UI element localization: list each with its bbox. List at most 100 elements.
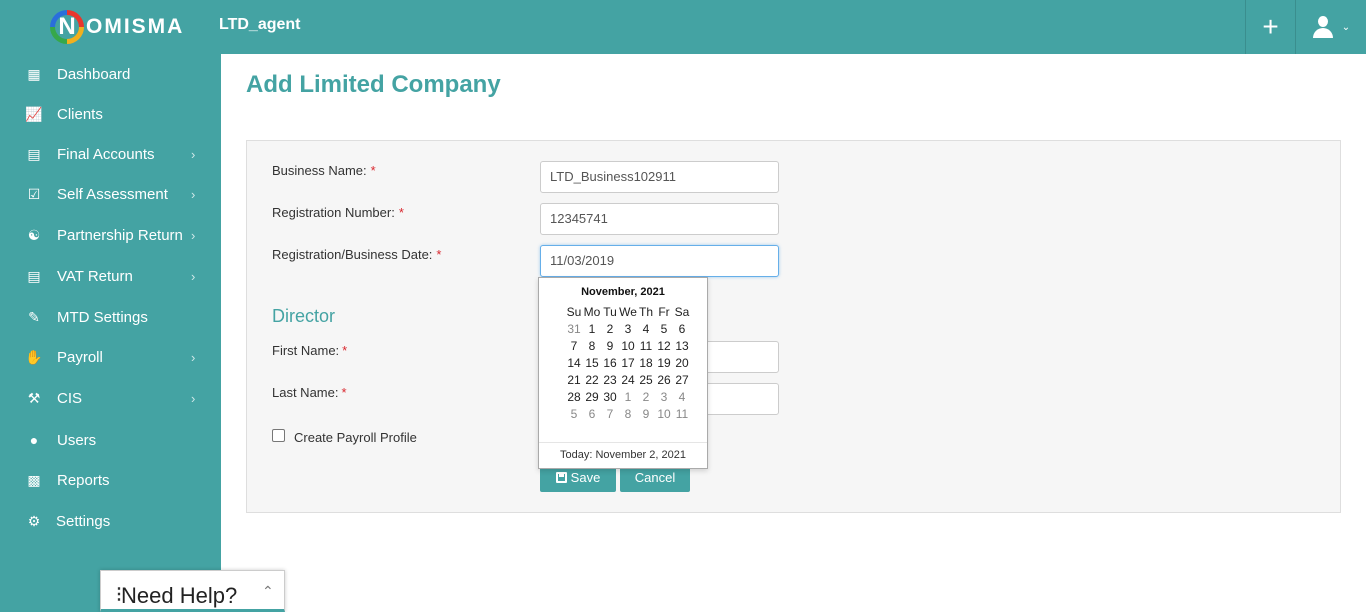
calendar-day[interactable]: 21 — [565, 372, 583, 389]
date-picker-title[interactable]: November, 2021 — [539, 286, 707, 298]
need-help-label: Need Help? — [121, 583, 238, 608]
clipboard-icon: ▩ — [27, 471, 41, 488]
add-button[interactable]: + — [1245, 0, 1295, 54]
calendar-day[interactable]: 11 — [673, 406, 691, 423]
ledger-icon: ✎ — [28, 308, 40, 325]
calendar-day[interactable]: 15 — [583, 355, 601, 372]
calendar-day[interactable]: 24 — [619, 372, 637, 389]
director-heading: Director — [272, 306, 336, 326]
create-payroll-label: Create Payroll Profile — [294, 430, 417, 445]
calendar-day[interactable]: 13 — [673, 338, 691, 355]
sidebar-item-clients[interactable]: 📈 Clients — [0, 99, 221, 129]
business-name-label: Business Name: * — [272, 163, 376, 178]
plus-icon: + — [1262, 11, 1279, 42]
calendar-day[interactable]: 29 — [583, 389, 601, 406]
dashboard-icon: ▦ — [27, 65, 41, 82]
sidebar-item-label: Reports — [57, 471, 110, 489]
sidebar-item-self-assessment[interactable]: ☑ Self Assessment › — [0, 179, 221, 209]
calendar-day[interactable]: 8 — [619, 406, 637, 423]
calendar-day[interactable]: 19 — [655, 355, 673, 372]
calendar-day[interactable]: 7 — [565, 338, 583, 355]
page-title: Add Limited Company — [246, 71, 501, 98]
weekday-label: Tu — [603, 305, 617, 319]
calendar-day[interactable]: 11 — [637, 338, 655, 355]
calendar-day[interactable]: 6 — [673, 321, 691, 338]
calendar-day[interactable]: 26 — [655, 372, 673, 389]
business-name-input[interactable]: LTD_Business102911 — [540, 161, 779, 193]
calendar-day[interactable]: 28 — [565, 389, 583, 406]
sidebar-item-label: Settings — [56, 512, 111, 530]
required-marker: * — [398, 205, 404, 220]
logo-mark-icon: N — [50, 10, 84, 44]
sidebar: ▦ Dashboard 📈 Clients ▤ Final Accounts ›… — [0, 54, 221, 612]
calendar-week-row: 5 6 7 8 9 10 11 — [565, 406, 693, 423]
handshake-icon: ☯ — [27, 226, 41, 243]
calendar-day[interactable]: 4 — [637, 321, 655, 338]
calendar-day[interactable]: 20 — [673, 355, 691, 372]
calendar-week-row: 7 8 9 10 11 12 13 — [565, 338, 693, 355]
calendar-day[interactable]: 27 — [673, 372, 691, 389]
sidebar-item-mtd-settings[interactable]: ✎ MTD Settings — [0, 302, 221, 332]
calendar-day[interactable]: 10 — [655, 406, 673, 423]
sidebar-item-payroll[interactable]: ✋ Payroll › — [0, 342, 221, 372]
required-marker: * — [341, 385, 347, 400]
date-picker-today[interactable]: Today: November 2, 2021 — [539, 442, 707, 461]
sidebar-item-partnership-return[interactable]: ☯ Partnership Return › — [0, 220, 221, 250]
registration-number-input[interactable]: 12345741 — [540, 203, 779, 235]
chevron-up-icon[interactable]: ⌃ — [262, 583, 274, 600]
need-help-widget[interactable]: ⋮ Need Help? ⌃ — [100, 570, 285, 612]
chevron-right-icon: › — [191, 390, 196, 406]
form-panel — [246, 140, 1341, 513]
calendar-day[interactable]: 17 — [619, 355, 637, 372]
calendar-day[interactable]: 2 — [601, 321, 619, 338]
sidebar-item-label: Payroll — [57, 348, 103, 366]
sidebar-item-reports[interactable]: ▩ Reports — [0, 465, 221, 495]
calendar-day[interactable]: 22 — [583, 372, 601, 389]
user-menu-button[interactable]: ⌄ — [1295, 0, 1366, 54]
calendar-day[interactable]: 1 — [583, 321, 601, 338]
chevron-right-icon: › — [191, 146, 196, 162]
calendar-day[interactable]: 9 — [637, 406, 655, 423]
calendar-day[interactable]: 31 — [565, 321, 583, 338]
nomisma-logo[interactable]: N OMISMA — [50, 9, 184, 45]
calendar-day[interactable]: 7 — [601, 406, 619, 423]
calendar-day[interactable]: 3 — [655, 389, 673, 406]
calendar-day[interactable]: 5 — [565, 406, 583, 423]
calendar-day[interactable]: 1 — [619, 389, 637, 406]
sidebar-item-final-accounts[interactable]: ▤ Final Accounts › — [0, 139, 221, 169]
sidebar-item-cis[interactable]: ⚒ CIS › — [0, 383, 221, 413]
save-button-label: Save — [570, 470, 601, 485]
sidebar-item-dashboard[interactable]: ▦ Dashboard — [0, 59, 221, 89]
calendar-day[interactable]: 5 — [655, 321, 673, 338]
sidebar-item-vat-return[interactable]: ▤ VAT Return › — [0, 261, 221, 291]
weekday-label: We — [619, 305, 637, 319]
calendar-day[interactable]: 2 — [637, 389, 655, 406]
calendar-day[interactable]: 30 — [601, 389, 619, 406]
chevron-right-icon: › — [191, 227, 196, 243]
sidebar-item-label: Dashboard — [57, 65, 131, 83]
calendar-day[interactable]: 4 — [673, 389, 691, 406]
date-picker-grid: Su Mo Tu We Th Fr Sa 31 1 2 3 4 5 6 7 8 9 10 11 12 13 14 15 16 1… — [565, 304, 693, 423]
calendar-day[interactable]: 23 — [601, 372, 619, 389]
calendar-day[interactable]: 8 — [583, 338, 601, 355]
payroll-icon: ✋ — [25, 348, 43, 365]
sidebar-item-settings[interactable]: ⚙ Settings — [0, 506, 221, 536]
calendar-day[interactable]: 14 — [565, 355, 583, 372]
chevron-right-icon: › — [191, 268, 196, 284]
calendar-week-row: 14 15 16 17 18 19 20 — [565, 355, 693, 372]
registration-date-input[interactable]: 11/03/2019 — [540, 245, 779, 277]
calendar-day[interactable]: 10 — [619, 338, 637, 355]
calendar-day[interactable]: 16 — [601, 355, 619, 372]
registration-date-label: Registration/Business Date: * — [272, 247, 442, 262]
create-payroll-checkbox[interactable] — [272, 429, 285, 442]
sidebar-item-users[interactable]: ● Users — [0, 425, 221, 455]
sidebar-item-label: CIS — [57, 389, 83, 407]
calendar-day[interactable]: 18 — [637, 355, 655, 372]
calendar-day[interactable]: 6 — [583, 406, 601, 423]
sidebar-item-label: Clients — [57, 105, 103, 123]
calendar-day[interactable]: 9 — [601, 338, 619, 355]
calendar-day[interactable]: 12 — [655, 338, 673, 355]
save-icon — [555, 472, 567, 483]
calendar-day[interactable]: 25 — [637, 372, 655, 389]
calendar-day[interactable]: 3 — [619, 321, 637, 338]
